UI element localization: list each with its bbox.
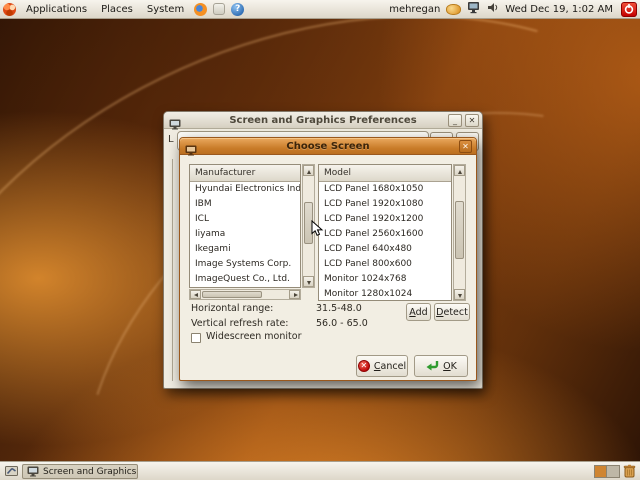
panel-menu-item[interactable]: Applications [19, 0, 94, 19]
workspace-1[interactable] [595, 466, 607, 477]
scrollbar-thumb[interactable] [202, 291, 262, 298]
ubuntu-logo-icon[interactable] [3, 2, 16, 16]
ok-button[interactable]: OK [414, 355, 468, 377]
monitor-icon [27, 466, 39, 477]
scroll-up-icon[interactable] [454, 165, 465, 176]
desktop: Applications Places System ? mehregan Wed … [0, 0, 640, 480]
list-item[interactable]: LCD Panel 1680x1050 [319, 182, 451, 197]
list-item[interactable]: LCD Panel 640x480 [319, 242, 451, 257]
horizontal-range-value: 31.5-48.0 [316, 303, 362, 314]
taskbar-window-button[interactable]: Screen and Graphics... [22, 464, 138, 479]
help-icon[interactable]: ? [231, 2, 245, 16]
panel-menu-item[interactable]: System [140, 0, 191, 19]
list-item[interactable]: ImageQuest Co., Ltd. [190, 272, 300, 287]
dialog-titlebar[interactable]: Choose Screen ✕ [180, 138, 476, 156]
firefox-icon[interactable] [194, 2, 208, 16]
scrollbar-thumb[interactable] [455, 201, 464, 259]
model-list[interactable]: Model LCD Panel 1680x1050 LCD Panel 1920x… [318, 164, 452, 301]
list-item[interactable]: Monitor 1280x1024 [319, 287, 451, 302]
bottom-panel: Screen and Graphics... [0, 461, 640, 480]
minimize-button[interactable]: _ [448, 114, 462, 127]
manufacturer-column-header[interactable]: Manufacturer [190, 165, 300, 182]
widescreen-checkbox-label[interactable]: Widescreen monitor [206, 331, 301, 342]
list-item[interactable]: Monitor 1024x768 [319, 272, 451, 287]
list-item[interactable]: LCD Panel 2560x1600 [319, 227, 451, 242]
dialog-title: Choose Screen [286, 140, 370, 152]
trash-icon[interactable] [623, 464, 636, 480]
model-vertical-scrollbar[interactable] [453, 164, 466, 301]
close-button[interactable]: ✕ [465, 114, 479, 127]
clock[interactable]: Wed Dec 19, 1:02 AM [502, 4, 616, 15]
list-item[interactable]: ICL [190, 212, 300, 227]
vertical-refresh-label: Vertical refresh rate: [191, 318, 289, 329]
top-panel: Applications Places System ? mehregan Wed … [0, 0, 640, 19]
volume-icon[interactable] [486, 1, 499, 17]
launcher-icon[interactable] [213, 3, 226, 15]
list-item[interactable]: Image Systems Corp. [190, 257, 300, 272]
list-item[interactable]: LCD Panel 1920x1080 [319, 197, 451, 212]
outer-window-titlebar[interactable]: Screen and Graphics Preferences _ ✕ [164, 112, 482, 130]
mouse-cursor [311, 220, 324, 236]
workspace-switcher[interactable] [594, 465, 620, 478]
scroll-up-icon[interactable] [303, 165, 314, 176]
list-item[interactable]: Iiyama [190, 227, 300, 242]
monitor-icon [185, 141, 197, 160]
model-column-header[interactable]: Model [319, 165, 451, 182]
list-item[interactable]: LCD Panel 1920x1200 [319, 212, 451, 227]
detect-button[interactable]: Detect [434, 303, 470, 321]
show-desktop-icon[interactable] [3, 464, 19, 479]
outer-window-title: Screen and Graphics Preferences [229, 114, 417, 126]
ok-enter-arrow-icon [425, 360, 439, 372]
manufacturer-list[interactable]: Manufacturer Hyundai Electronics Industr… [189, 164, 301, 288]
close-icon[interactable]: ✕ [459, 140, 472, 153]
clipped-location-label: L [168, 134, 174, 145]
manufacturer-horizontal-scrollbar[interactable] [189, 289, 301, 300]
model-rows: LCD Panel 1680x1050 LCD Panel 1920x1080 LC… [319, 182, 451, 302]
scroll-down-icon[interactable] [303, 276, 314, 287]
horizontal-range-label: Horizontal range: [191, 303, 274, 314]
scroll-right-icon[interactable] [289, 290, 300, 299]
workspace-2[interactable] [607, 466, 619, 477]
menu-list: Applications Places System [19, 0, 191, 19]
cancel-button[interactable]: ✕ Cancel [356, 355, 408, 377]
list-item[interactable]: Ikegami [190, 242, 300, 257]
user-switcher-icon[interactable] [446, 3, 462, 15]
widescreen-checkbox[interactable] [191, 333, 201, 343]
add-button[interactable]: Add [406, 303, 431, 321]
scroll-down-icon[interactable] [454, 289, 465, 300]
choose-screen-dialog: Choose Screen ✕ Manufacturer Hyundai Ele… [179, 137, 477, 381]
list-item[interactable]: Hyundai Electronics Industri [190, 182, 300, 197]
user-switcher-name[interactable]: mehregan [386, 4, 443, 15]
panel-menu-item[interactable]: Places [94, 0, 140, 19]
scroll-left-icon[interactable] [190, 290, 201, 299]
taskbar-window-label: Screen and Graphics... [43, 466, 138, 477]
manufacturer-rows: Hyundai Electronics IndustriIBMICLIiyama… [190, 182, 300, 287]
quit-button[interactable] [621, 1, 637, 17]
cancel-icon: ✕ [357, 360, 370, 372]
list-item[interactable]: IBM [190, 197, 300, 212]
list-item[interactable]: LCD Panel 800x600 [319, 257, 451, 272]
display-tray-icon[interactable] [467, 1, 480, 17]
vertical-refresh-value: 56.0 - 65.0 [316, 318, 368, 329]
